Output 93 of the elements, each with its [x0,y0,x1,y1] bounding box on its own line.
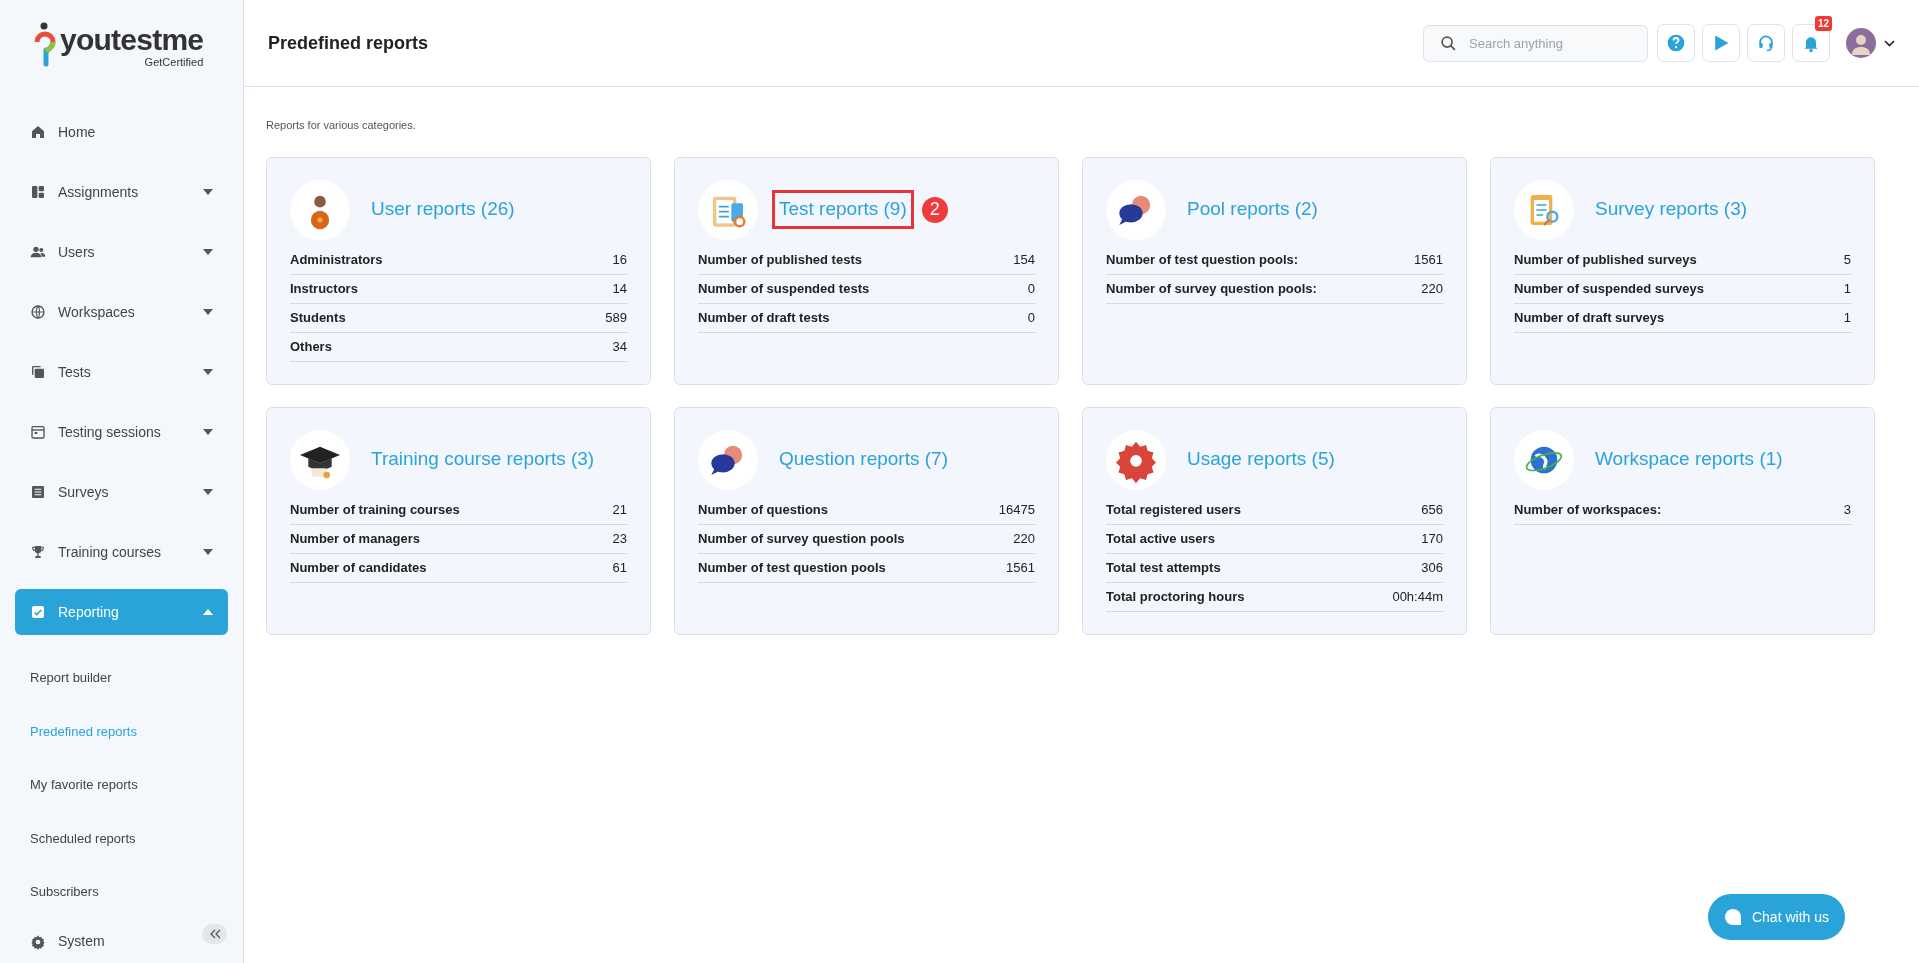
stat-label: Number of survey question pools [698,529,905,548]
stat-value: 0 [1027,308,1035,327]
step-number-badge: 2 [921,196,948,223]
stat-label: Total proctoring hours [1106,587,1245,606]
chat-bubble-icon [1723,908,1742,926]
logo-wordmark: youtestme [60,25,204,55]
home-icon [30,124,46,140]
sidebar-item[interactable]: Workspaces [15,289,228,335]
stat-label: Total test attempts [1106,558,1221,577]
stat-value: 656 [1421,500,1443,519]
stat-label: Total registered users [1106,500,1241,519]
stat-label: Number of questions [698,500,828,519]
stat-value: 14 [612,279,627,298]
caret-icon [203,609,213,615]
collapse-sidebar-button[interactable] [202,924,227,944]
stat-label: Number of published surveys [1514,250,1697,269]
copy-icon [30,364,46,380]
stat-label: Others [290,337,332,356]
stat-value: 589 [605,308,627,327]
caret-icon [203,549,213,555]
stat-value: 00h:44m [1392,587,1443,606]
sidebar-item[interactable]: Assignments [15,169,228,215]
headset-icon [1756,33,1776,53]
stat-value: 306 [1421,558,1443,577]
stat-value: 220 [1421,279,1443,298]
sidebar-item[interactable]: Home [15,109,228,155]
stat-label: Number of test question pools: [1106,250,1299,269]
users-icon [30,244,46,260]
page-subtitle: Reports for various categories. [266,118,417,133]
sidebar-subitem[interactable]: Report builder [0,651,243,705]
stat-value: 220 [1013,529,1035,548]
stat-value: 3 [1843,500,1851,519]
caret-icon [203,189,213,195]
stat-label: Number of draft tests [698,308,830,327]
stat-value: 1 [1843,308,1851,327]
stat-value: 154 [1013,250,1035,269]
stat-label: Students [290,308,346,327]
caret-icon [203,489,213,495]
gear-icon [30,933,46,950]
stat-label: Total active users [1106,529,1215,548]
search-icon [1440,34,1457,52]
stat-label: Number of workspaces: [1514,500,1662,519]
stat-label: Administrators [290,250,383,269]
caret-icon [203,369,213,375]
stat-value: 16475 [998,500,1035,519]
stat-label: Number of published tests [698,250,862,269]
sidebar-item[interactable]: Surveys [15,469,228,515]
play-button[interactable] [1702,24,1740,62]
calendar-icon [30,424,46,440]
stat-value: 21 [612,500,627,519]
layout-icon [30,184,46,200]
stat-label: Number of survey question pools: [1106,279,1317,298]
caret-icon [203,429,213,435]
sidebar-subitem[interactable]: Subscribers [0,865,243,919]
list-icon [30,484,46,500]
search-field[interactable]: Search anything [1423,24,1648,62]
stat-value: 23 [612,529,627,548]
stat-label: Number of suspended surveys [1514,279,1704,298]
help-button[interactable] [1657,24,1695,62]
stat-label: Number of test question pools [698,558,886,577]
sidebar-subitem[interactable]: Scheduled reports [0,811,243,865]
stat-label: Number of managers [290,529,421,548]
stat-value: 1561 [1414,250,1443,269]
stat-value: 170 [1421,529,1443,548]
help-icon [1666,33,1686,53]
stat-value: 1561 [1006,558,1035,577]
sidebar-item[interactable]: Tests [15,349,228,395]
stat-value: 5 [1843,250,1851,269]
stat-label: Number of suspended tests [698,279,870,298]
page-title: Predefined reports [268,31,430,55]
notification-count: 12 [1814,16,1832,31]
stat-label: Instructors [290,279,358,298]
chevron-down-icon[interactable] [1884,39,1895,47]
stat-value: 34 [612,337,627,356]
stat-label: Number of draft surveys [1514,308,1665,327]
stat-value: 16 [612,250,627,269]
globe-icon [30,304,46,320]
logo-tagline: GetCertified [144,57,204,68]
trophy-icon [30,544,46,560]
stat-label: Number of candidates [290,558,427,577]
stat-label: Number of training courses [290,500,460,519]
sidebar-item[interactable]: Training courses [15,529,228,575]
stat-value: 1 [1843,279,1851,298]
sidebar-item[interactable]: Testing sessions [15,409,228,455]
caret-icon [203,249,213,255]
sidebar-item[interactable]: Users [15,229,228,275]
user-avatar[interactable] [1846,28,1876,58]
sidebar-subitem[interactable]: My favorite reports [0,758,243,812]
stat-value: 61 [612,558,627,577]
caret-icon [203,309,213,315]
logo-icon [34,22,56,68]
stat-value: 0 [1027,279,1035,298]
support-button[interactable] [1747,24,1785,62]
